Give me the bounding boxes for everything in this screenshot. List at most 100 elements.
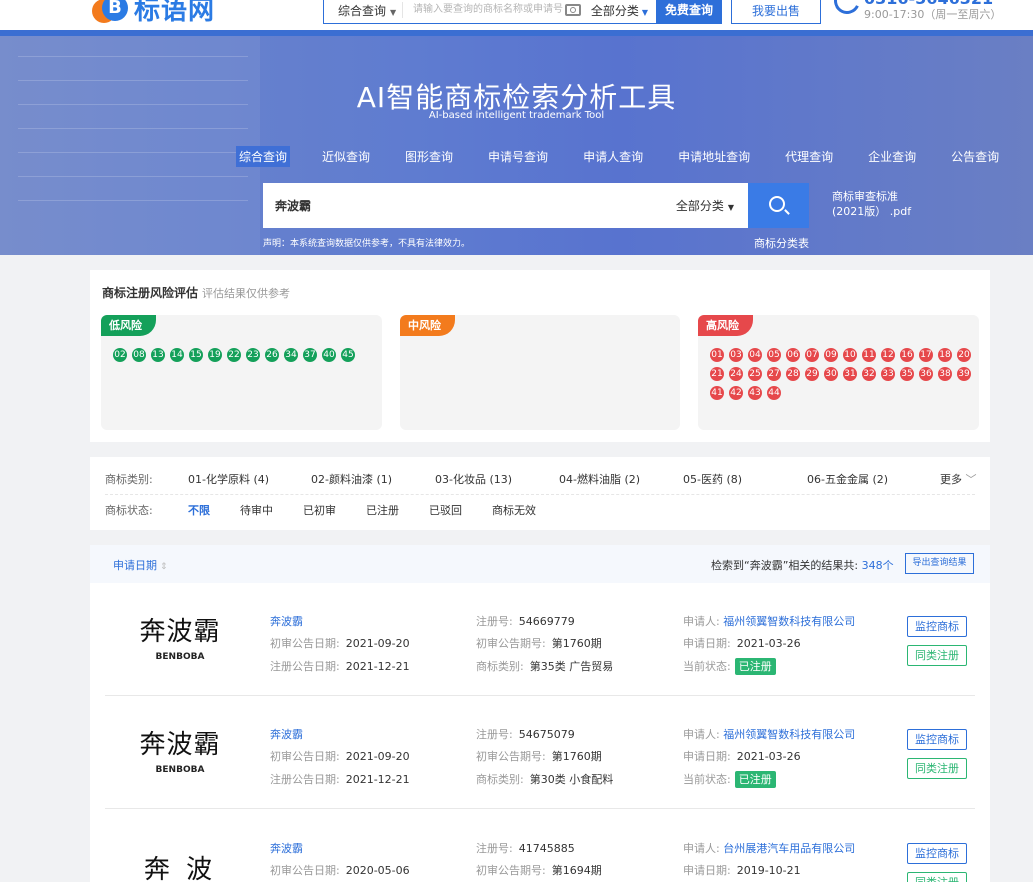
same-class-register-button[interactable]: 同类注册: [907, 872, 967, 882]
main-category-dropdown[interactable]: 全部分类 ▼: [676, 197, 734, 214]
trademark-image[interactable]: 奔 波 霸: [125, 849, 235, 882]
risk-class-badge[interactable]: 41: [710, 386, 724, 400]
risk-class-badge[interactable]: 02: [113, 348, 127, 362]
risk-class-badge[interactable]: 33: [881, 367, 895, 381]
review-standard-pdf-link[interactable]: 商标审查标准 (2021版） .pdf: [832, 189, 911, 219]
trademark-name-link[interactable]: 奔波霸: [270, 728, 303, 741]
risk-class-badge[interactable]: 01: [710, 348, 724, 362]
risk-class-badge[interactable]: 10: [843, 348, 857, 362]
main-search-input[interactable]: 奔波霸: [263, 197, 676, 214]
tab-company[interactable]: 企业查询: [865, 146, 919, 167]
category-filter-item[interactable]: 04-燃料油脂 (2): [559, 471, 640, 487]
risk-class-badge[interactable]: 45: [341, 348, 355, 362]
risk-class-badge[interactable]: 22: [227, 348, 241, 362]
risk-class-badge[interactable]: 12: [881, 348, 895, 362]
risk-class-badge[interactable]: 03: [729, 348, 743, 362]
header-search-input[interactable]: 请输入要查询的商标名称或申请号: [402, 2, 565, 18]
category-filter-item[interactable]: 01-化学原料 (4): [188, 471, 269, 487]
monitor-button[interactable]: 监控商标: [907, 843, 967, 864]
monitor-button[interactable]: 监控商标: [907, 729, 967, 750]
tab-comprehensive[interactable]: 综合查询: [236, 146, 291, 167]
category-filter-item[interactable]: 02-颜料油漆 (1): [311, 471, 392, 487]
risk-class-badge[interactable]: 18: [938, 348, 952, 362]
tab-applicant[interactable]: 申请人查询: [580, 146, 646, 167]
risk-class-badge[interactable]: 39: [957, 367, 971, 381]
same-class-register-button[interactable]: 同类注册: [907, 758, 967, 779]
trademark-name-link[interactable]: 奔波霸: [270, 615, 303, 628]
risk-class-badge[interactable]: 11: [862, 348, 876, 362]
risk-class-badge[interactable]: 36: [919, 367, 933, 381]
status-filter-registered[interactable]: 已注册: [366, 502, 399, 518]
category-filter-item[interactable]: 06-五金金属 (2): [807, 471, 888, 487]
risk-class-badge[interactable]: 43: [748, 386, 762, 400]
category-filter-item[interactable]: 03-化妆品 (13): [435, 471, 512, 487]
risk-class-badge[interactable]: 15: [189, 348, 203, 362]
export-results-button[interactable]: 导出查询结果: [905, 553, 974, 574]
risk-class-badge[interactable]: 06: [786, 348, 800, 362]
risk-class-badge[interactable]: 23: [246, 348, 260, 362]
risk-class-badge[interactable]: 35: [900, 367, 914, 381]
trademark-image[interactable]: 奔波霸 BENBOBA: [125, 724, 235, 775]
sell-button[interactable]: 我要出售: [731, 0, 821, 24]
risk-class-badge[interactable]: 14: [170, 348, 184, 362]
tab-announcement[interactable]: 公告查询: [948, 146, 1002, 167]
class-table-link[interactable]: 商标分类表: [754, 235, 809, 251]
applicant-link[interactable]: 台州展港汽车用品有限公司: [723, 842, 855, 855]
risk-class-badge[interactable]: 04: [748, 348, 762, 362]
risk-class-badge[interactable]: 07: [805, 348, 819, 362]
risk-class-badge[interactable]: 29: [805, 367, 819, 381]
tab-application-no[interactable]: 申请号查询: [485, 146, 551, 167]
apply-date: 申请日期: 2021-03-26: [683, 637, 801, 650]
risk-class-badge[interactable]: 17: [919, 348, 933, 362]
monitor-button[interactable]: 监控商标: [907, 616, 967, 637]
risk-class-badge[interactable]: 24: [729, 367, 743, 381]
risk-class-badge[interactable]: 13: [151, 348, 165, 362]
risk-class-badge[interactable]: 42: [729, 386, 743, 400]
risk-class-badge[interactable]: 34: [284, 348, 298, 362]
more-categories-button[interactable]: 更多 ﹀: [940, 471, 977, 487]
risk-class-badge[interactable]: 25: [748, 367, 762, 381]
result-row[interactable]: 奔波霸 BENBOBA 奔波霸 初审公告日期: 2021-09-20 注册公告日期…: [105, 583, 975, 696]
free-search-button[interactable]: 免费查询: [656, 0, 722, 24]
risk-class-badge[interactable]: 44: [767, 386, 781, 400]
tab-applicant-address[interactable]: 申请地址查询: [675, 146, 753, 167]
risk-class-badge[interactable]: 21: [710, 367, 724, 381]
risk-class-badge[interactable]: 27: [767, 367, 781, 381]
applicant-link[interactable]: 福州领翼智数科技有限公司: [723, 728, 855, 741]
result-row[interactable]: 奔波霸 BENBOBA 奔波霸 初审公告日期: 2021-09-20 注册公告日期…: [105, 696, 975, 809]
risk-class-badge[interactable]: 16: [900, 348, 914, 362]
risk-class-badge[interactable]: 40: [322, 348, 336, 362]
risk-class-badge[interactable]: 26: [265, 348, 279, 362]
category-filter-item[interactable]: 05-医药 (8): [683, 471, 742, 487]
status-filter-invalid[interactable]: 商标无效: [492, 502, 536, 518]
risk-class-badge[interactable]: 28: [786, 367, 800, 381]
tab-agent[interactable]: 代理查询: [782, 146, 836, 167]
risk-class-badge[interactable]: 30: [824, 367, 838, 381]
trademark-image[interactable]: 奔波霸 BENBOBA: [125, 611, 235, 662]
site-logo[interactable]: B 标语网: [92, 0, 215, 26]
sort-by-date[interactable]: 申请日期 ⇕: [113, 557, 168, 573]
risk-class-badge[interactable]: 32: [862, 367, 876, 381]
camera-icon[interactable]: [564, 4, 581, 16]
risk-class-badge[interactable]: 38: [938, 367, 952, 381]
same-class-register-button[interactable]: 同类注册: [907, 645, 967, 666]
header-category-dropdown[interactable]: 全部分类 ▼: [591, 2, 648, 19]
risk-class-badge[interactable]: 09: [824, 348, 838, 362]
main-search-button[interactable]: [748, 183, 809, 228]
risk-class-badge[interactable]: 31: [843, 367, 857, 381]
status-filter-all[interactable]: 不限: [188, 502, 210, 518]
result-row[interactable]: 奔 波 霸 奔波霸 初审公告日期:2020-05-06 注册号:41745885…: [105, 809, 975, 882]
risk-class-badge[interactable]: 08: [132, 348, 146, 362]
search-type-dropdown[interactable]: 综合查询 ▼: [324, 2, 402, 19]
trademark-name-link[interactable]: 奔波霸: [270, 842, 303, 855]
tab-image[interactable]: 图形查询: [402, 146, 456, 167]
status-filter-preliminary[interactable]: 已初审: [303, 502, 336, 518]
status-filter-pending[interactable]: 待审中: [240, 502, 273, 518]
risk-class-badge[interactable]: 20: [957, 348, 971, 362]
risk-class-badge[interactable]: 05: [767, 348, 781, 362]
applicant-link[interactable]: 福州领翼智数科技有限公司: [723, 615, 855, 628]
status-filter-rejected[interactable]: 已驳回: [429, 502, 462, 518]
risk-class-badge[interactable]: 19: [208, 348, 222, 362]
risk-class-badge[interactable]: 37: [303, 348, 317, 362]
tab-similar[interactable]: 近似查询: [319, 146, 373, 167]
